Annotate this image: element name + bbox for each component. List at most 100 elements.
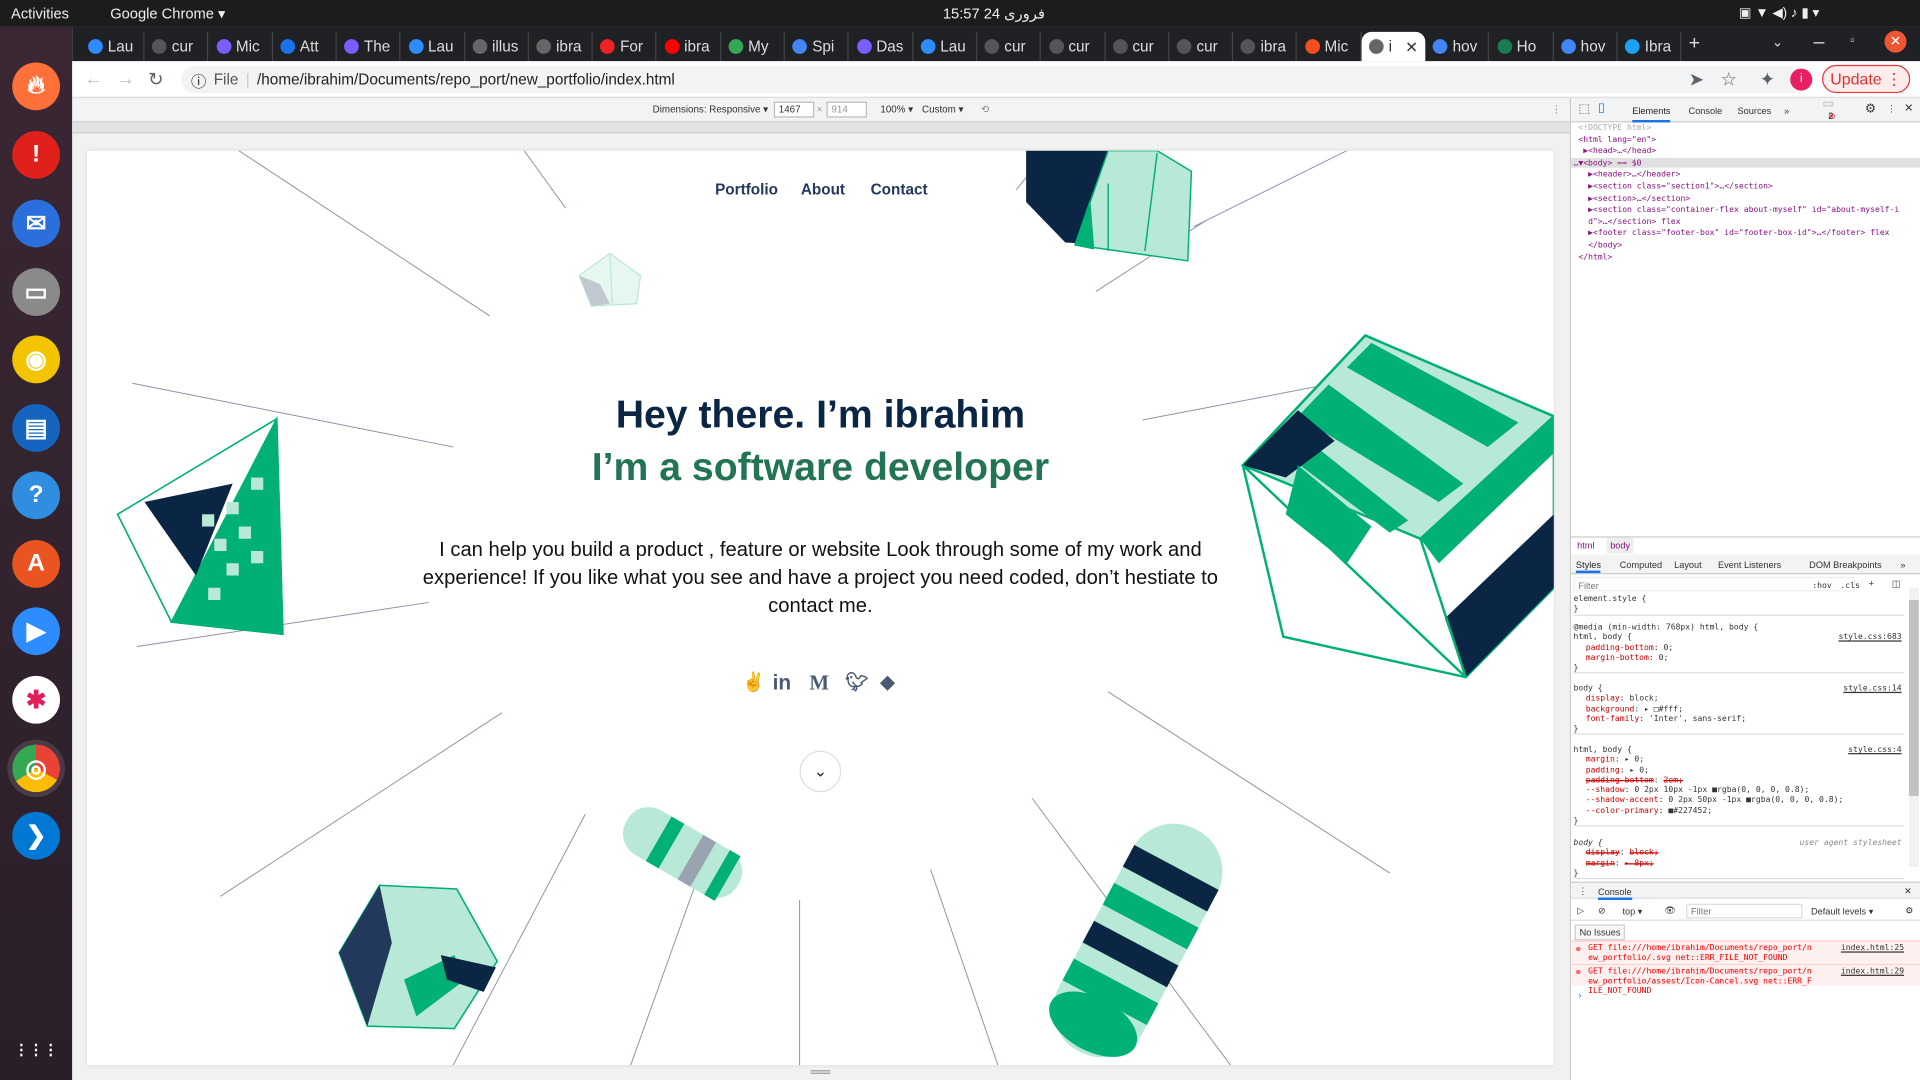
dom-node[interactable]: ▶<footer class="footer-box" id="footer-b…: [1588, 228, 1889, 238]
css-property[interactable]: padding: ▸ 0;: [1573, 765, 1904, 775]
console-filter-input[interactable]: Filter: [1686, 903, 1803, 919]
star-icon[interactable]: ☆: [1720, 69, 1736, 91]
css-property[interactable]: --color-primary: ■#227452;: [1573, 805, 1904, 815]
close-window-button[interactable]: ✕: [1884, 30, 1907, 53]
browser-tab[interactable]: Spi: [785, 31, 849, 62]
twitter-icon[interactable]: 🐦︎: [845, 671, 868, 693]
github-icon[interactable]: ◆: [880, 671, 894, 693]
sidebar-toggle-icon[interactable]: ◫: [1892, 578, 1901, 589]
breadcrumb-html[interactable]: html: [1577, 540, 1594, 551]
system-tray-icons[interactable]: ▣ ▼ ◀) ♪ ▮ ▾: [1739, 5, 1820, 21]
info-icon[interactable]: ⓘ: [191, 68, 206, 91]
css-property[interactable]: --shadow: 0 2px 10px -1px ■rgba(0, 0, 0,…: [1573, 785, 1904, 795]
hov-toggle[interactable]: :hov: [1812, 580, 1831, 590]
browser-tab[interactable]: Lau: [913, 31, 978, 62]
log-levels-select[interactable]: Default levels ▾: [1811, 906, 1873, 917]
browser-tab[interactable]: ibra: [657, 31, 721, 62]
cls-toggle[interactable]: .cls: [1840, 580, 1859, 590]
no-issues-button[interactable]: No Issues: [1574, 924, 1626, 941]
close-devtools-icon[interactable]: ✕: [1904, 102, 1913, 115]
dom-node[interactable]: </body>: [1588, 240, 1622, 250]
css-property[interactable]: padding-bottom: 0;: [1573, 642, 1904, 652]
dom-node[interactable]: ▶<section class="section1">…</section>: [1588, 181, 1773, 191]
dom-node[interactable]: </html>: [1578, 252, 1612, 262]
media-query-ruler[interactable]: [72, 122, 1570, 134]
update-button[interactable]: Update ⋮: [1822, 64, 1911, 94]
close-drawer-icon[interactable]: ✕: [1904, 885, 1912, 896]
dock-help[interactable]: ?: [12, 471, 61, 520]
dock-libreoffice-writer[interactable]: ▤: [12, 404, 61, 452]
dock-slack[interactable]: ✱: [12, 675, 61, 724]
dock-software-center[interactable]: A: [12, 540, 61, 588]
tab-sources[interactable]: Sources: [1738, 105, 1772, 116]
dom-node[interactable]: …▼<body> == $0: [1571, 157, 1920, 168]
medium-icon[interactable]: M: [809, 671, 829, 695]
style-tab-dom-breakpoints[interactable]: DOM Breakpoints: [1809, 560, 1881, 571]
minimize-button[interactable]: –: [1813, 32, 1824, 54]
error-source-link[interactable]: index.html:29: [1841, 966, 1904, 976]
reload-icon[interactable]: ↻: [148, 69, 163, 91]
dom-node[interactable]: <html lang="en">: [1578, 134, 1656, 144]
dom-node[interactable]: ▶<section>…</section>: [1588, 193, 1690, 203]
drawer-menu-icon[interactable]: ⋮: [1578, 885, 1587, 896]
throttle-select[interactable]: Custom ▾: [922, 104, 963, 115]
css-property[interactable]: --shadow-accent: 0 2px 50px -1px ■rgba(0…: [1573, 795, 1904, 805]
back-icon[interactable]: ←: [84, 69, 102, 90]
css-source-link[interactable]: style.css:4: [1848, 744, 1901, 754]
browser-tab[interactable]: hov: [1426, 31, 1490, 62]
css-property[interactable]: margin: ▸ 0;: [1573, 755, 1904, 765]
activities-button[interactable]: Activities: [11, 5, 69, 22]
css-property[interactable]: font-family: 'Inter', sans-serif;: [1573, 714, 1904, 724]
dom-node[interactable]: ▶<head>…</head>: [1583, 146, 1656, 156]
browser-tab[interactable]: Lau: [81, 31, 145, 62]
angellist-icon[interactable]: ✌: [742, 671, 765, 693]
dock-zoom[interactable]: ▶: [12, 607, 61, 656]
style-tab--[interactable]: »: [1900, 560, 1905, 571]
clear-console-icon[interactable]: ⊘: [1598, 905, 1606, 916]
tab-search-icon[interactable]: ⌄: [1772, 34, 1783, 51]
console-settings-icon[interactable]: ⚙: [1905, 905, 1913, 916]
browser-tab[interactable]: Ibra: [1618, 31, 1682, 62]
browser-tab[interactable]: hov: [1554, 31, 1618, 62]
browser-tab[interactable]: Das: [849, 31, 913, 62]
more-tabs[interactable]: »: [1784, 105, 1789, 116]
browser-tab[interactable]: cur: [1041, 31, 1106, 62]
tab-elements[interactable]: Elements: [1632, 105, 1671, 123]
rotate-icon[interactable]: ⟲: [981, 104, 989, 115]
send-icon[interactable]: ➤: [1689, 69, 1704, 91]
tab-close-icon[interactable]: ✕: [1405, 37, 1418, 56]
tab-console[interactable]: Console: [1689, 105, 1723, 116]
linkedin-icon[interactable]: in: [773, 671, 792, 695]
dock-rhythmbox[interactable]: ◉: [12, 335, 61, 384]
app-menu[interactable]: Google Chrome ▾: [110, 5, 225, 22]
more-options-icon[interactable]: ⋮: [1551, 104, 1561, 115]
style-tab-event-listeners[interactable]: Event Listeners: [1718, 560, 1781, 571]
browser-tab[interactable]: ibra: [529, 31, 593, 62]
console-sidebar-icon[interactable]: ▷: [1577, 905, 1584, 916]
css-property[interactable]: margin: ▸ 8px;: [1573, 858, 1904, 868]
browser-tab[interactable]: My: [721, 31, 785, 62]
css-selector[interactable]: @media (min-width: 768px) html, body {: [1573, 622, 1904, 632]
context-select[interactable]: top ▾: [1622, 906, 1642, 917]
browser-tab[interactable]: Mic: [1298, 31, 1362, 62]
css-source-link[interactable]: style.css:683: [1838, 632, 1901, 642]
dom-node[interactable]: <!DOCTYPE html>: [1578, 122, 1651, 132]
scroll-down-button[interactable]: ⌄: [799, 750, 842, 793]
extensions-icon[interactable]: ✦: [1760, 69, 1775, 91]
clock[interactable]: 15:57 24 فروری: [943, 5, 1045, 22]
zoom-select[interactable]: 100% ▾: [880, 104, 913, 115]
height-input[interactable]: 914: [826, 101, 867, 118]
error-badge[interactable]: ⊗ 2: [1823, 101, 1836, 121]
new-tab-button[interactable]: +: [1689, 33, 1700, 55]
browser-tab[interactable]: i ✕: [1361, 31, 1426, 62]
css-property[interactable]: margin-bottom: 0;: [1573, 653, 1904, 663]
error-source-link[interactable]: index.html:25: [1841, 943, 1904, 953]
browser-tab[interactable]: Mic: [209, 31, 273, 62]
dock-thunderbird[interactable]: ✉: [12, 199, 61, 248]
browser-tab[interactable]: For: [593, 31, 657, 62]
css-source-link[interactable]: user agent stylesheet: [1800, 838, 1902, 848]
nav-about[interactable]: About: [801, 181, 845, 198]
css-selector[interactable]: element.style {: [1573, 594, 1904, 604]
css-property[interactable]: background: ▸ □#fff;: [1573, 704, 1904, 714]
style-tab-layout[interactable]: Layout: [1674, 560, 1702, 571]
